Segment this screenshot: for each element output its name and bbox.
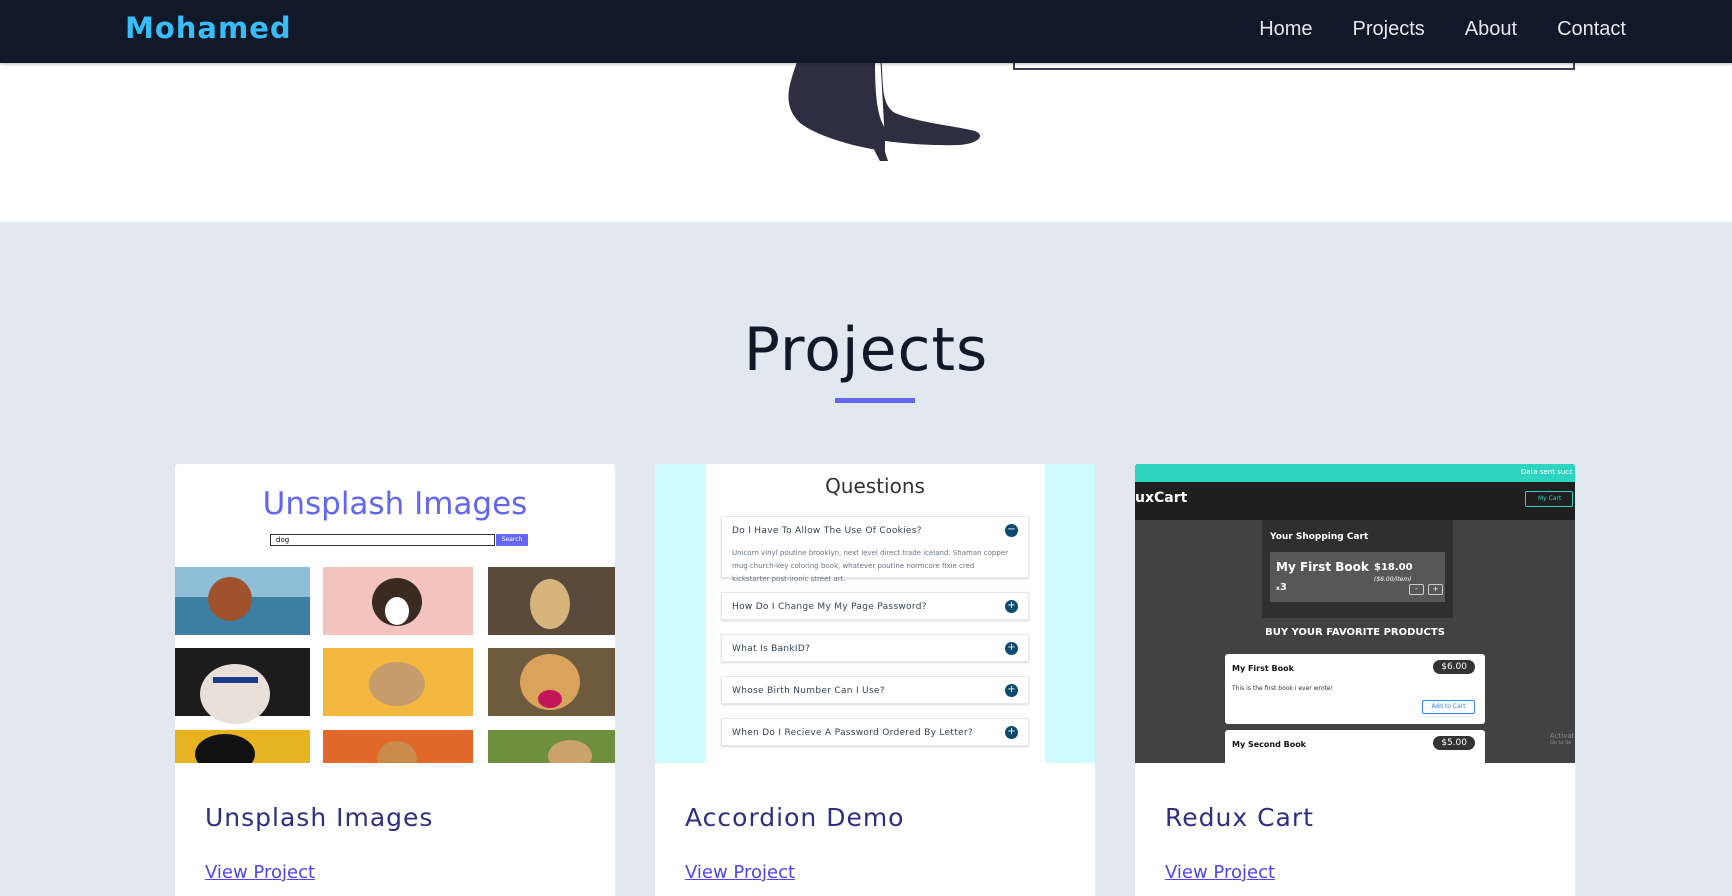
thumb-accordion-panel: Questions Do I Have To Allow The Use Of …: [705, 464, 1045, 763]
accordion-item: Whose Birth Number Can I Use? +: [721, 676, 1029, 704]
decrease-button: -: [1409, 584, 1424, 595]
section-title: Projects: [743, 315, 989, 385]
project-card-redux-cart: Data sent succ uxCart My Cart Your Shopp…: [1135, 464, 1575, 896]
watermark-line-2: Go to Se: [1550, 740, 1572, 746]
thumb-cart-box: Your Shopping Cart My First Book $18.00 …: [1262, 520, 1453, 618]
thumb-cart-heading: Your Shopping Cart: [1270, 532, 1369, 542]
cart-item-name: My First Book: [1276, 560, 1369, 574]
project-card-unsplash: Unsplash Images dog Search Unsplash Imag…: [175, 464, 615, 896]
product-name: My First Book: [1232, 664, 1294, 673]
thumb-watermark: Activat Go to Se: [1550, 732, 1574, 746]
thumb-logo: uxCart: [1135, 490, 1188, 506]
project-thumbnail[interactable]: Data sent succ uxCart My Cart Your Shopp…: [1135, 464, 1575, 763]
accordion-question: What Is BankID?: [732, 644, 811, 654]
product-price: $6.00: [1433, 660, 1475, 674]
accordion-question: How Do I Change My My Page Password?: [732, 602, 927, 612]
product-description: This is the first book i ever wrote!: [1232, 685, 1334, 692]
nav-links: Home Projects About Contact: [1259, 18, 1626, 41]
view-project-link[interactable]: View Project: [685, 862, 795, 883]
thumb-cart-item: My First Book $18.00 ($6.00/item) x3 - +: [1270, 552, 1445, 602]
projects-section: Projects Unsplash Images dog Search Unsp…: [0, 222, 1732, 896]
nav-link-about[interactable]: About: [1465, 18, 1517, 41]
accordion-item: How Do I Change My My Page Password? +: [721, 592, 1029, 620]
hero-illustration: [788, 63, 980, 161]
accordion-item: What Is BankID? +: [721, 634, 1029, 662]
watermark-line-1: Activat: [1550, 732, 1575, 740]
cart-item-qty-value: 3: [1279, 582, 1287, 593]
plus-icon: +: [1005, 642, 1018, 655]
hero-section: [0, 63, 1732, 222]
cart-item-unit-price: ($6.00/item): [1374, 576, 1412, 583]
thumb-header: uxCart My Cart: [1135, 482, 1575, 520]
plus-icon: +: [1005, 600, 1018, 613]
add-to-cart-button: Add to Cart: [1422, 700, 1475, 714]
thumb-heading: Questions: [825, 474, 925, 498]
card-title: Accordion Demo: [685, 803, 905, 832]
product-name: My Second Book: [1232, 740, 1307, 749]
brand-logo[interactable]: Mohamed: [125, 11, 292, 45]
product-price: $5.00: [1433, 736, 1475, 750]
plus-icon: +: [1005, 684, 1018, 697]
title-underline: [835, 398, 915, 403]
thumb-product-card: My Second Book $5.00: [1225, 730, 1485, 763]
cart-item-total: $18.00 ($6.00/item): [1374, 562, 1445, 584]
cart-item-qty: x3: [1276, 582, 1287, 593]
accordion-item: Do I Have To Allow The Use Of Cookies? −…: [721, 516, 1029, 583]
increase-button: +: [1428, 584, 1443, 595]
thumb-my-cart-button: My Cart: [1525, 491, 1573, 507]
accordion-item: When Do I Recieve A Password Ordered By …: [721, 718, 1029, 746]
thumb-photo-grid: [175, 567, 615, 763]
project-thumbnail[interactable]: Questions Do I Have To Allow The Use Of …: [655, 464, 1095, 763]
thumb-product-card: My First Book $6.00 This is the first bo…: [1225, 654, 1485, 724]
top-navbar: Mohamed Home Projects About Contact: [0, 0, 1732, 63]
project-card-accordion: Questions Do I Have To Allow The Use Of …: [655, 464, 1095, 896]
view-project-link[interactable]: View Project: [205, 862, 315, 883]
cart-item-total-value: $18.00: [1374, 562, 1413, 573]
nav-link-projects[interactable]: Projects: [1353, 18, 1425, 41]
accordion-question: Do I Have To Allow The Use Of Cookies?: [732, 526, 922, 536]
accordion-question: Whose Birth Number Can I Use?: [732, 686, 885, 696]
project-thumbnail[interactable]: Unsplash Images dog Search: [175, 464, 615, 763]
plus-icon: +: [1005, 726, 1018, 739]
nav-link-home[interactable]: Home: [1259, 18, 1312, 41]
accordion-answer: Unicorn vinyl poutine brooklyn, next lev…: [732, 549, 1009, 583]
hero-illustration-frame: [1013, 63, 1575, 70]
nav-link-contact[interactable]: Contact: [1557, 18, 1626, 41]
card-title: Unsplash Images: [205, 803, 434, 832]
minus-icon: −: [1005, 524, 1018, 537]
thumb-products-heading: BUY YOUR FAVORITE PRODUCTS: [1265, 627, 1445, 638]
view-project-link[interactable]: View Project: [1165, 862, 1275, 883]
thumb-notification-bar: Data sent succ: [1135, 464, 1575, 482]
card-title: Redux Cart: [1165, 803, 1314, 832]
thumb-notification-text: Data sent succ: [1520, 468, 1573, 476]
accordion-question: When Do I Recieve A Password Ordered By …: [732, 728, 973, 738]
